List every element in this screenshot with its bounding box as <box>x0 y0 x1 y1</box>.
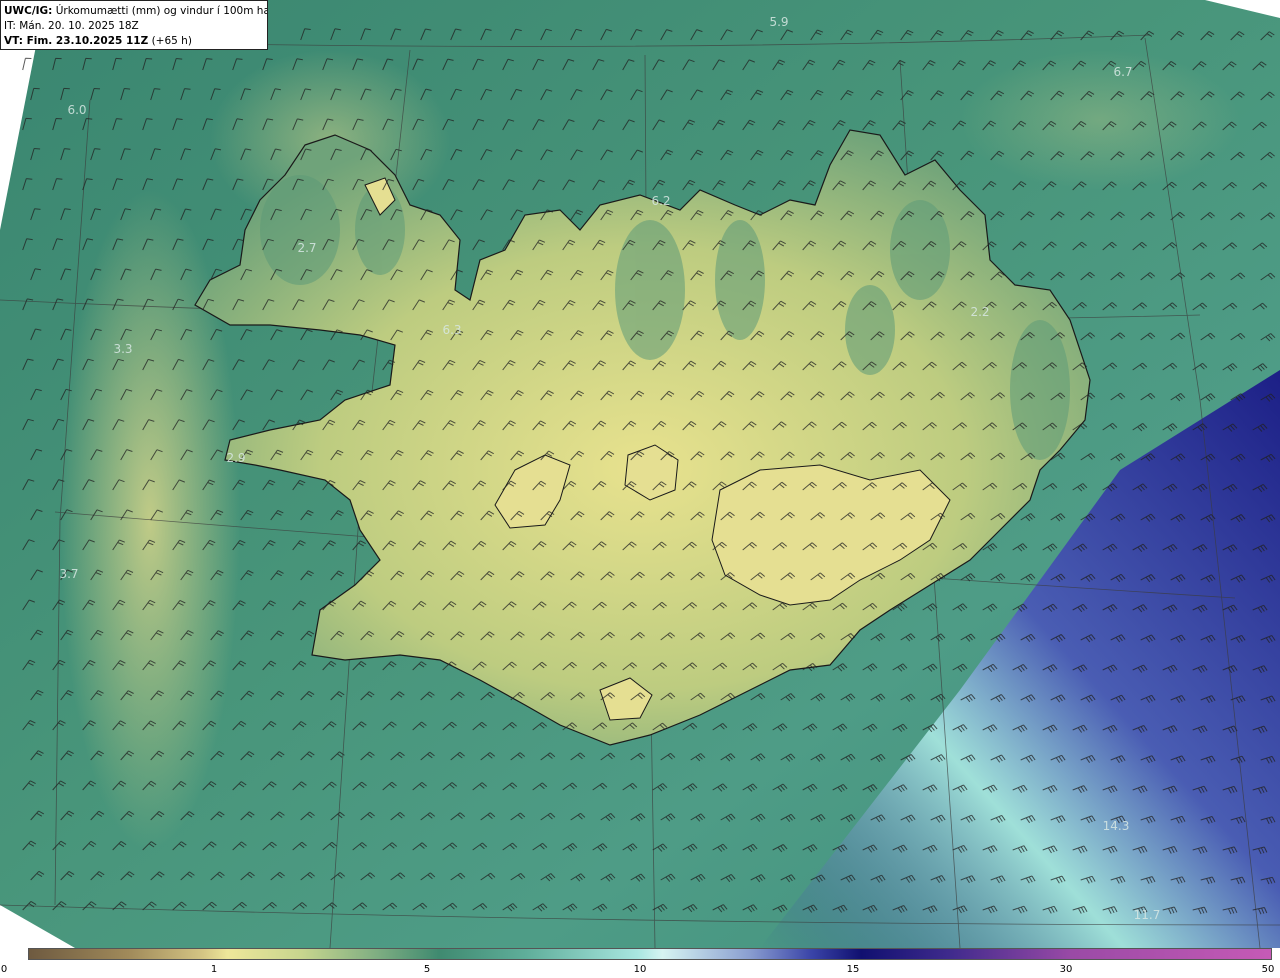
value-label: 14.3 <box>1102 819 1130 833</box>
value-label: 6.2 <box>651 194 671 208</box>
initial-time: IT: Mán. 20. 10. 2025 18Z <box>4 20 139 32</box>
colorbar-ticks: 0 1 5 10 15 30 50 <box>0 960 1280 978</box>
colorbar <box>28 948 1272 960</box>
model-prefix: UWC/IG: <box>4 5 53 17</box>
value-label: 2.9 <box>226 451 246 465</box>
valid-time-line: VT: Fim. 23.10.2025 11Z (+65 h) <box>4 34 267 49</box>
value-label: 3.7 <box>59 567 79 581</box>
value-label: 3.3 <box>113 342 133 356</box>
precipitable-water-map <box>0 0 1280 948</box>
value-label: 6.7 <box>1113 65 1133 79</box>
colorbar-tick: 15 <box>846 964 860 975</box>
map-title: Úrkomumætti (mm) og vindur í 100m hæð <box>55 5 268 17</box>
colorbar-tick: 50 <box>1261 964 1275 975</box>
value-label: 11.7 <box>1133 908 1161 922</box>
map-info-box: UWC/IG: Úrkomumætti (mm) og vindur í 100… <box>0 0 268 50</box>
value-label: 6.3 <box>442 323 462 337</box>
value-label: 2.7 <box>297 241 317 255</box>
colorbar-tick: 0 <box>0 964 8 975</box>
value-label: 5.9 <box>769 15 789 29</box>
lead-time: (+65 h) <box>151 35 192 47</box>
colorbar-tick: 30 <box>1059 964 1073 975</box>
valid-time: VT: Fim. 23.10.2025 11Z <box>4 35 149 47</box>
colorbar-tick: 1 <box>210 964 218 975</box>
colorbar-tick: 10 <box>633 964 647 975</box>
value-label: 6.0 <box>67 103 87 117</box>
colorbar-tick: 5 <box>423 964 431 975</box>
map-panel: UWC/IG: Úrkomumætti (mm) og vindur í 100… <box>0 0 1280 948</box>
title-line: UWC/IG: Úrkomumætti (mm) og vindur í 100… <box>4 4 267 19</box>
value-label: 2.2 <box>970 305 990 319</box>
